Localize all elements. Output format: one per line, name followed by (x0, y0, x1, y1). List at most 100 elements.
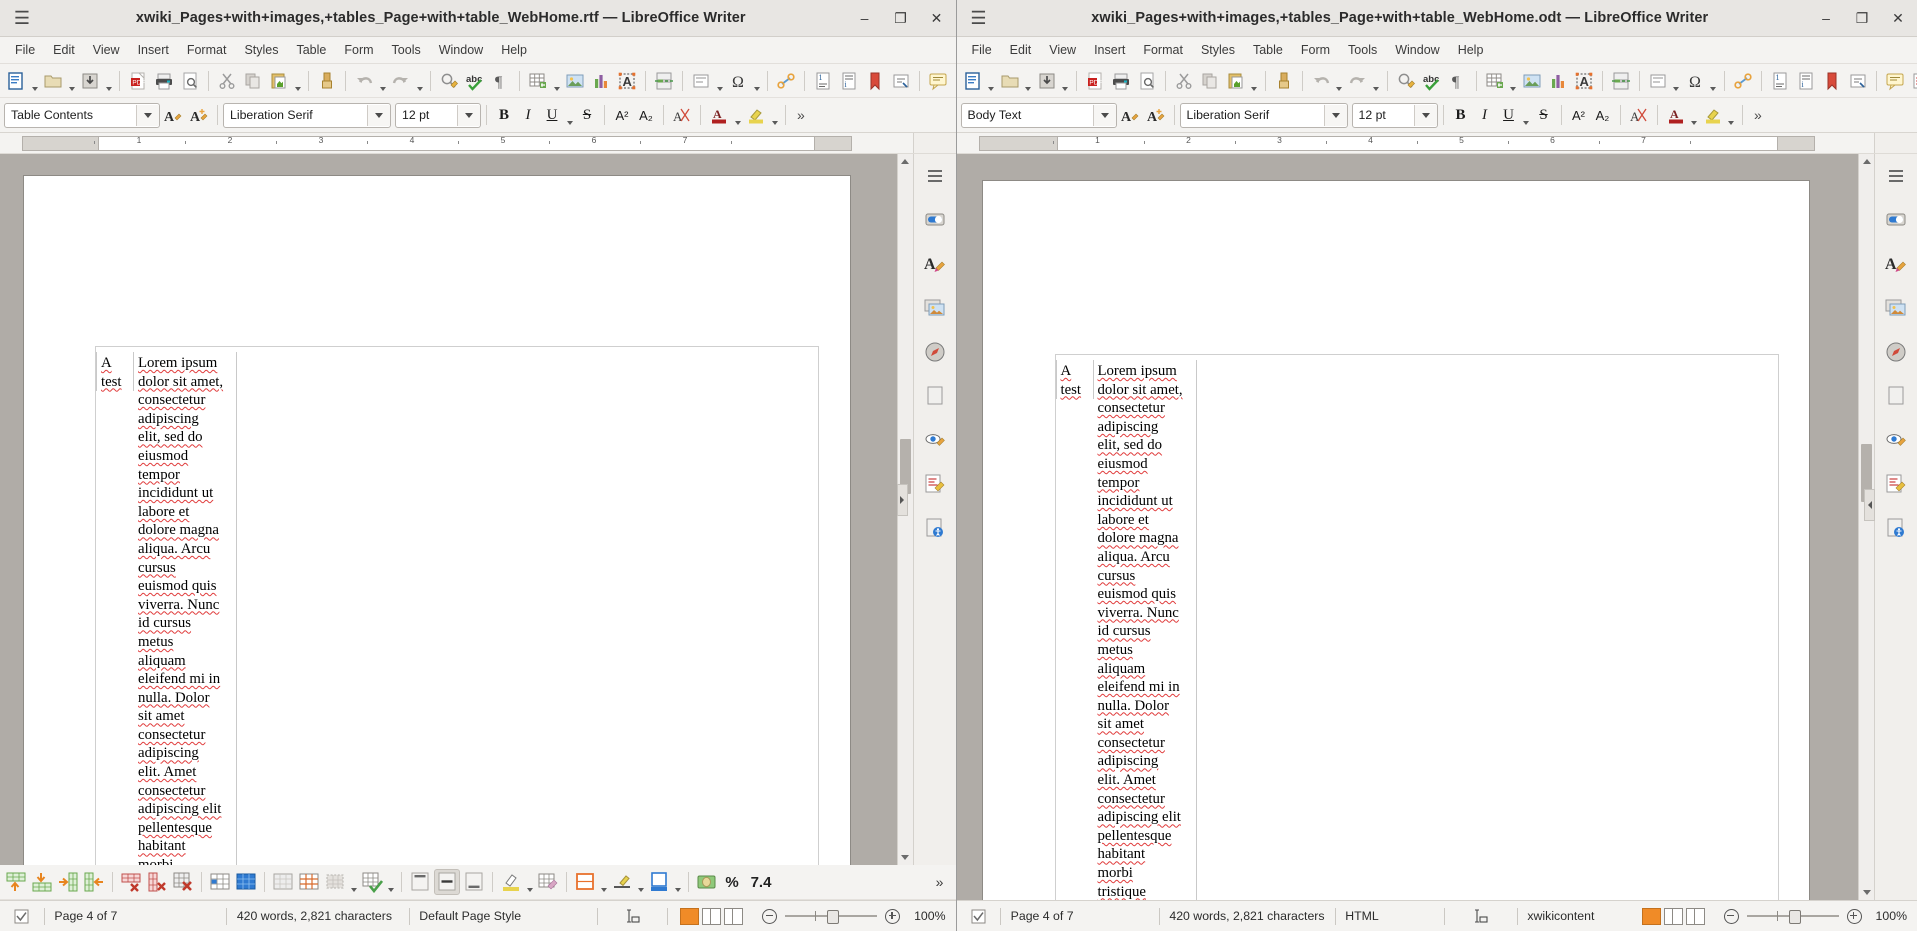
clear-formatting-icon[interactable]: A (670, 103, 694, 127)
overflow-formatting-icon[interactable]: » (792, 103, 816, 127)
menu-styles[interactable]: Styles (235, 40, 287, 60)
menu-view[interactable]: View (84, 40, 129, 60)
vertical-scrollbar-left[interactable] (896, 154, 913, 865)
insert-column-before-icon[interactable] (56, 870, 80, 894)
menu-format-right[interactable]: Format (1134, 40, 1192, 60)
strikethrough-button[interactable]: S (576, 103, 598, 127)
insert-endnote-icon-right[interactable]: i (1794, 69, 1818, 93)
border-style-icon[interactable] (610, 870, 634, 894)
insert-field-icon[interactable] (689, 69, 713, 93)
section-indicator[interactable]: xwikicontent (1517, 901, 1639, 931)
formatting-marks-icon-right[interactable]: ¶ (1446, 69, 1470, 93)
table-cell-b[interactable]: Lorem ipsum dolor sit amet, consectetur adi… (134, 352, 237, 865)
page-break-icon-right[interactable] (1609, 69, 1633, 93)
cut-icon[interactable] (215, 69, 239, 93)
navigator-icon-right[interactable] (1882, 338, 1910, 366)
superscript-button-right[interactable]: A² (1568, 103, 1590, 127)
spelling-icon-right[interactable]: abc (1420, 69, 1444, 93)
menu-window[interactable]: Window (430, 40, 492, 60)
redo-icon[interactable] (389, 69, 413, 93)
cut-icon-right[interactable] (1172, 69, 1196, 93)
paste-dropdown-icon-right[interactable] (1249, 67, 1260, 95)
close-button[interactable]: ✕ (930, 10, 944, 27)
style-inspector-icon-right[interactable] (1882, 426, 1910, 454)
strikethrough-button-right[interactable]: S (1533, 103, 1555, 127)
find-replace-icon-right[interactable] (1394, 69, 1418, 93)
paragraph-style-combo[interactable]: Table Contents (4, 102, 160, 128)
zoom-in-icon-right[interactable] (1846, 908, 1862, 924)
italic-button-right[interactable]: I (1474, 103, 1496, 127)
insert-text-box-icon-right[interactable]: A (1572, 69, 1596, 93)
print-icon-right[interactable] (1109, 69, 1133, 93)
insert-text-box-icon[interactable]: A (615, 69, 639, 93)
new-document-dropdown-icon[interactable] (29, 67, 40, 95)
font-name-dropdown-icon[interactable] (367, 104, 390, 126)
table-cell-a[interactable]: A test (96, 352, 134, 392)
accessibility-check-icon-right[interactable] (1882, 514, 1910, 542)
insert-row-above-icon[interactable] (4, 870, 28, 894)
single-page-view-button[interactable] (680, 907, 700, 925)
font-color-icon[interactable]: A (707, 103, 731, 127)
save-icon[interactable] (78, 69, 102, 93)
overflow-formatting-icon-right[interactable]: » (1749, 103, 1773, 127)
insert-special-character-icon-right[interactable]: Ω (1683, 69, 1707, 93)
insert-image-icon-right[interactable] (1520, 69, 1544, 93)
table-right[interactable]: A test Lorem ipsum dolor sit amet, consect… (1055, 360, 1202, 900)
table-borders-icon[interactable] (573, 870, 597, 894)
align-top-icon[interactable] (408, 870, 432, 894)
menu-form-right[interactable]: Form (1292, 40, 1339, 60)
new-style-icon[interactable]: A (187, 103, 211, 127)
new-document-dropdown-icon-right[interactable] (986, 67, 997, 95)
book-view-button[interactable] (724, 907, 744, 925)
table-borders-dropdown-icon[interactable] (598, 868, 609, 896)
menu-file-right[interactable]: File (963, 40, 1001, 60)
paragraph-style-dropdown-icon[interactable] (136, 104, 159, 126)
font-size-dropdown-icon[interactable] (457, 104, 480, 126)
underline-button-right[interactable]: U (1498, 103, 1520, 127)
paragraph-style-dropdown-icon-right[interactable] (1092, 104, 1116, 126)
table-row[interactable]: A test Lorem ipsum dolor sit amet, consect… (96, 352, 242, 865)
insert-row-below-icon[interactable] (30, 870, 54, 894)
styles-icon[interactable]: A (921, 250, 949, 278)
save-status-icon[interactable] (0, 901, 44, 931)
special-character-dropdown-icon-right[interactable] (1708, 67, 1719, 95)
undo-dropdown-icon[interactable] (377, 67, 388, 95)
optimize-size-icon[interactable] (323, 870, 347, 894)
copy-icon-right[interactable] (1198, 69, 1222, 93)
sidebar-settings-icon[interactable] (921, 162, 949, 190)
number-format-decimal-button[interactable]: 7.4 (745, 870, 777, 894)
clone-formatting-icon-right[interactable] (1272, 69, 1296, 93)
menu-help-right[interactable]: Help (1449, 40, 1493, 60)
new-style-icon-right[interactable]: A (1144, 103, 1168, 127)
paste-icon[interactable] (267, 69, 291, 93)
insert-footnote-icon-right[interactable]: 1 (1768, 69, 1792, 93)
new-document-icon-right[interactable] (961, 69, 985, 93)
page-indicator[interactable]: Page 4 of 7 (44, 901, 226, 931)
insert-field-dropdown-icon[interactable] (714, 67, 725, 95)
superscript-button[interactable]: A² (611, 103, 633, 127)
font-color-dropdown-icon-right[interactable] (1689, 101, 1700, 129)
scroll-down-arrow-icon-right[interactable] (1859, 885, 1874, 900)
bold-button[interactable]: B (493, 103, 515, 127)
table-background-color-icon[interactable] (499, 870, 523, 894)
page-canvas-right[interactable]: A test Lorem ipsum dolor sit amet, consect… (956, 154, 1858, 900)
redo-dropdown-icon[interactable] (414, 67, 425, 95)
save-dropdown-icon[interactable] (103, 67, 114, 95)
select-cell-icon[interactable] (208, 870, 232, 894)
menu-form[interactable]: Form (335, 40, 382, 60)
table-left[interactable]: A test Lorem ipsum dolor sit amet, consect… (96, 352, 242, 865)
delete-column-icon[interactable] (145, 870, 169, 894)
insert-image-icon[interactable] (563, 69, 587, 93)
new-document-icon[interactable] (4, 69, 28, 93)
insert-endnote-icon[interactable]: i (837, 69, 861, 93)
undo-dropdown-icon-right[interactable] (1334, 67, 1345, 95)
highlight-color-dropdown-icon-right[interactable] (1726, 101, 1737, 129)
table-cell-a-right[interactable]: A test (1055, 360, 1094, 400)
clone-formatting-icon[interactable] (315, 69, 339, 93)
sidebar-hide-handle[interactable] (1864, 489, 1875, 521)
text-selection-mode-icon[interactable] (597, 901, 667, 931)
insert-comment-icon-right[interactable] (1883, 69, 1907, 93)
special-character-dropdown-icon[interactable] (751, 67, 762, 95)
number-format-percent-button[interactable]: % (721, 870, 743, 894)
update-style-icon-right[interactable]: A (1118, 103, 1142, 127)
